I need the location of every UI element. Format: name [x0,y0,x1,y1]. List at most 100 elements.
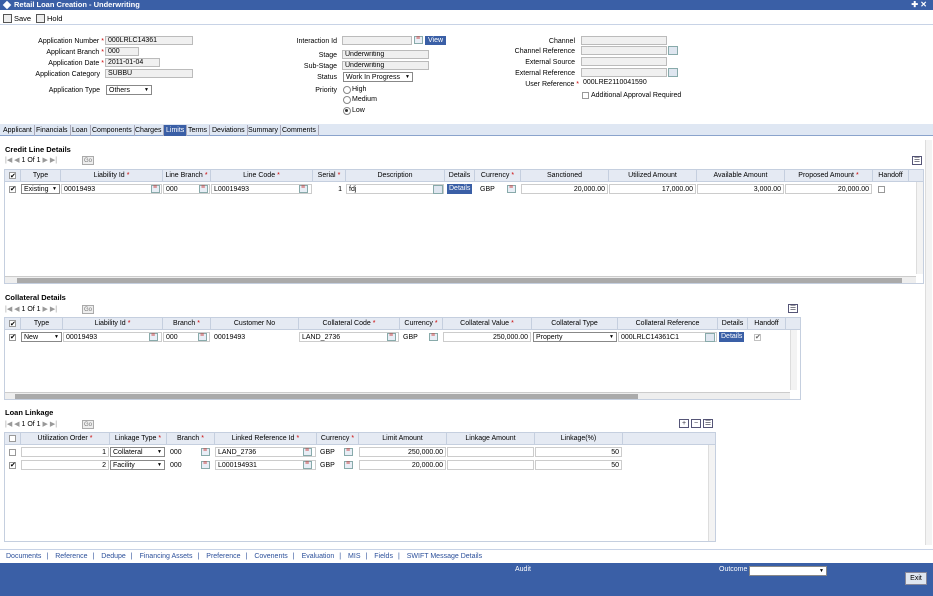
status-select[interactable]: Work In Progress [343,72,413,82]
collateral-code-lov-icon[interactable] [387,332,396,341]
collateral-row-reference[interactable]: 000LRLC14361C1 [618,332,717,342]
credit-hscroll[interactable] [5,276,916,283]
collateral-row-code[interactable]: LAND_2736 [299,332,399,342]
tab-components[interactable]: Components [90,125,135,136]
tab-summary[interactable]: Summary [246,125,281,136]
linkage-row-amount[interactable] [447,460,534,470]
channel-field[interactable] [581,36,667,45]
collateral-go-button[interactable]: Go [82,305,94,314]
credit-description-comment-icon[interactable] [433,185,443,194]
date-field[interactable]: 2011-01-04 [105,58,160,67]
credit-pager[interactable]: |◀ ◀ 1 Of 1 ▶ ▶| [5,156,57,165]
linkage-row-ltype[interactable]: Facility [110,460,165,470]
tab-financials[interactable]: Financials [34,125,71,136]
hold-button[interactable]: Hold [36,13,62,24]
collateral-vscroll[interactable] [790,330,797,390]
tab-limits[interactable]: Limits [164,125,188,136]
collateral-liability-lov-icon[interactable] [149,332,158,341]
link-covenents[interactable]: Covenents [254,553,287,560]
save-button[interactable]: Save [3,13,31,24]
priority-low-radio[interactable]: Low [343,106,365,115]
user-ref-field[interactable]: 000LRE2110041590 [581,79,667,88]
link-reference[interactable]: Reference [55,553,87,560]
link-swift[interactable]: SWIFT Message Details [407,553,482,560]
type-select[interactable]: Others [106,85,152,95]
linkage-pager[interactable]: |◀ ◀ 1 Of 1 ▶ ▶| [5,420,57,429]
linkage-ref-lov-icon[interactable] [303,460,312,469]
tab-charges[interactable]: Charges [133,125,165,136]
tab-applicant[interactable]: Applicant [1,125,35,136]
collateral-hscroll[interactable] [5,392,790,399]
credit-row-proposed[interactable]: 20,000.00 [785,184,872,194]
linkage-row-order[interactable]: 2 [21,460,109,470]
collateral-row-ctype[interactable]: Property [533,332,617,342]
link-evaluation[interactable]: Evaluation [302,553,335,560]
credit-row-available[interactable]: 3,000.00 [697,184,784,194]
linkage-row-ref[interactable]: L000194931 [215,460,316,470]
link-mis[interactable]: MIS [348,553,360,560]
collateral-currency-lov-icon[interactable] [429,332,438,341]
link-dedupe[interactable]: Dedupe [101,553,126,560]
credit-row-handoff[interactable] [878,186,885,193]
credit-details-button[interactable]: Details [447,184,473,194]
linkage-row-checkbox[interactable] [9,461,16,469]
link-documents[interactable]: Documents [6,553,41,560]
additional-approval-checkbox[interactable] [582,92,589,99]
tab-deviations[interactable]: Deviations [210,125,248,136]
collateral-row-value[interactable]: 250,000.00 [443,332,531,342]
ext-source-field[interactable] [581,57,667,66]
linkage-row-order[interactable]: 1 [21,447,109,457]
credit-row-type[interactable]: Existing [21,184,60,194]
collateral-row-type[interactable]: New [21,332,62,342]
linkage-row-pct[interactable]: 50 [535,447,622,457]
linkage-branch-lov-icon[interactable] [201,447,210,456]
linkage-columns-icon[interactable]: ☰ [703,419,713,428]
credit-row-linecode[interactable]: L00019493 [211,184,312,194]
page-vscroll[interactable] [925,140,932,545]
credit-vscroll[interactable] [916,182,923,274]
credit-select-all[interactable] [5,170,21,183]
tab-terms[interactable]: Terms [186,125,211,136]
collateral-pager[interactable]: |◀ ◀ 1 Of 1 ▶ ▶| [5,305,57,314]
interaction-field[interactable] [342,36,412,45]
credit-row-sanctioned[interactable]: 20,000.00 [521,184,608,194]
credit-linecode-lov-icon[interactable] [299,184,308,193]
linkage-currency-lov-icon[interactable] [344,447,353,456]
interaction-lov-icon[interactable] [414,35,423,44]
linkage-select-all[interactable] [5,433,21,445]
tab-loan[interactable]: Loan [70,125,91,136]
app-number-field[interactable]: 000LRLC14361 [105,36,193,45]
linkage-row-checkbox[interactable] [9,449,16,456]
linkage-row-limit[interactable]: 20,000.00 [359,460,446,470]
delete-row-icon[interactable]: − [691,419,701,428]
stage-field[interactable]: Underwriting [342,50,429,59]
credit-go-button[interactable]: Go [82,156,94,165]
ext-ref-comment-icon[interactable] [668,68,678,77]
substage-field[interactable]: Underwriting [342,61,429,70]
collateral-columns-icon[interactable]: ☰ [788,304,798,313]
linkage-branch-lov-icon[interactable] [201,460,210,469]
linkage-vscroll[interactable] [708,445,715,541]
category-field[interactable]: SUBBU [105,69,193,78]
credit-liability-lov-icon[interactable] [151,184,160,193]
channel-ref-field[interactable] [581,46,667,55]
credit-branch-lov-icon[interactable] [199,184,208,193]
add-row-icon[interactable]: + [679,419,689,428]
credit-row-checkbox[interactable] [9,185,16,193]
collateral-row-handoff[interactable] [754,333,761,341]
view-button[interactable]: View [425,36,447,45]
link-preference[interactable]: Preference [206,553,240,560]
collateral-row-liability[interactable]: 00019493 [63,332,162,342]
linkage-ref-lov-icon[interactable] [303,447,312,456]
window-controls[interactable]: ✚ ✕ [911,0,927,10]
collateral-branch-lov-icon[interactable] [198,332,207,341]
credit-row-description[interactable]: fdj [346,184,444,194]
linkage-row-limit[interactable]: 250,000.00 [359,447,446,457]
tab-comments[interactable]: Comments [280,125,319,136]
linkage-row-amount[interactable] [447,447,534,457]
branch-field[interactable]: 000 [105,47,139,56]
collateral-reference-comment-icon[interactable] [705,333,715,342]
priority-high-radio[interactable]: High [343,85,366,94]
credit-currency-lov-icon[interactable] [507,184,516,193]
channel-ref-comment-icon[interactable] [668,46,678,55]
